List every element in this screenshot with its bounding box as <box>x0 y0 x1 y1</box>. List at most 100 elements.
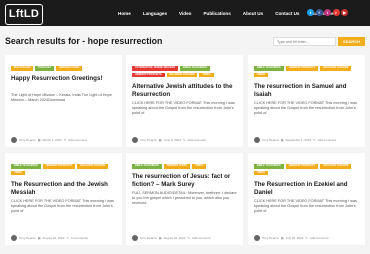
post-date: March 1, 2024 <box>42 138 62 142</box>
category-tag[interactable]: Hebrew Prophets <box>285 66 319 71</box>
post-meta: Tony Pearce ▦ June 9, 2023 ✎ Add comment <box>132 137 206 143</box>
post-date: August 22, 2023 <box>163 236 186 240</box>
category-tag[interactable]: Hebrew Prophets <box>42 164 76 169</box>
nav-languages[interactable]: Languages <box>143 11 167 16</box>
calendar-icon: ▦ <box>280 138 284 142</box>
post-comments[interactable]: Add comment <box>310 236 329 240</box>
nav-about-us[interactable]: About Us <box>243 11 263 16</box>
post-comments[interactable]: Add comment <box>192 236 211 240</box>
post-date: August 26, 2023 <box>42 236 65 240</box>
category-tag[interactable]: Sermon Audio <box>55 66 83 71</box>
author-avatar <box>132 235 138 241</box>
search-input[interactable] <box>273 37 336 46</box>
post-author[interactable]: Tony Pearce <box>19 138 36 142</box>
post-title[interactable]: The Resurrection in Ezekiel and Daniel <box>254 181 362 196</box>
category-tag[interactable]: Alternative Jewish Beliefs <box>132 66 179 71</box>
category-tag[interactable]: Video <box>254 72 269 77</box>
category-tag[interactable]: Video <box>192 164 207 169</box>
comment-icon: ✎ <box>313 138 316 142</box>
category-tag[interactable]: Sermon Audio <box>163 164 191 169</box>
post-excerpt: The Light of Hope Mission – Kerala, Indi… <box>11 93 112 102</box>
post-title[interactable]: The Resurrection and the Jewish Messiah <box>11 181 119 196</box>
post-excerpt: CLICK HERE FOR THE VIDEO FORMAT This mor… <box>132 101 235 115</box>
facebook-icon[interactable]: f <box>315 9 323 16</box>
category-tag[interactable]: Podcast <box>35 66 54 71</box>
post-card[interactable]: Bible Teachings Hebrew Prophets Religion J… <box>248 153 365 245</box>
post-categories: Bible Teachings Hebrew Prophets Religion J… <box>254 66 360 79</box>
post-meta: Tony Pearce ▦ March 1, 2024 ✎ Add comment <box>11 137 87 143</box>
nav-home[interactable]: Home <box>118 11 131 16</box>
post-title[interactable]: Happy Resurrection Greetings! <box>11 75 119 83</box>
category-tag[interactable]: Bible Teachings <box>254 66 284 71</box>
post-categories: Bible Teachings Hebrew Prophets Religion J… <box>254 164 360 177</box>
post-title[interactable]: Alternative Jewish attitudes to the Resu… <box>132 83 240 98</box>
category-tag[interactable]: Religion Judaism <box>166 72 198 77</box>
post-date: June 9, 2023 <box>163 138 181 142</box>
calendar-icon: ▦ <box>158 138 162 142</box>
comment-icon: ✎ <box>187 236 190 240</box>
post-author[interactable]: Tony Pearce <box>262 138 279 142</box>
category-tag[interactable]: Video <box>199 72 214 77</box>
post-comments[interactable]: Add comment <box>187 138 206 142</box>
youtube-icon[interactable]: ▶ <box>341 9 348 16</box>
category-tag[interactable]: Religion Judaism <box>77 164 109 169</box>
post-date: September 1, 2023 <box>285 138 312 142</box>
search-button[interactable]: SEARCH <box>338 37 365 46</box>
rss-icon[interactable]: r <box>332 9 340 16</box>
comment-icon: ✎ <box>66 236 69 240</box>
category-tag[interactable]: Hebrew Prophets <box>285 164 319 169</box>
post-author[interactable]: Tony Pearce <box>262 236 279 240</box>
post-author[interactable]: Tony Pearce <box>140 236 157 240</box>
category-tag[interactable]: Video <box>254 170 269 175</box>
post-comments[interactable]: Add comment <box>318 138 337 142</box>
post-card[interactable]: Bible Teachings Hebrew Prophets Religion J… <box>5 153 122 245</box>
author-avatar <box>11 235 17 241</box>
category-tag[interactable]: Bible Teachings <box>254 164 284 169</box>
post-meta: Tony Pearce ▦ August 22, 2023 ✎ Add comment <box>132 235 210 241</box>
post-author[interactable]: Tony Pearce <box>19 236 36 240</box>
nav-publications[interactable]: Publications <box>203 11 230 16</box>
category-tag[interactable]: Religion Judaism <box>320 66 352 71</box>
post-author[interactable]: Tony Pearce <box>140 138 157 142</box>
twitter-icon[interactable]: t <box>307 9 314 16</box>
category-tag[interactable]: Video <box>11 170 26 175</box>
nav-video[interactable]: Video <box>179 11 191 16</box>
post-categories: Bible Teachings Hebrew Prophets Religion J… <box>11 164 117 177</box>
post-excerpt: FULL SERMON AUDIO/DETAIL: Moreover, bret… <box>132 191 237 205</box>
author-avatar <box>132 137 138 143</box>
post-title[interactable]: The resurrection of Jesus: fact or ficti… <box>132 173 240 188</box>
post-comments[interactable]: Add comment <box>68 138 87 142</box>
calendar-icon: ▦ <box>158 236 162 240</box>
comment-icon: ✎ <box>305 236 308 240</box>
category-tag[interactable]: Bible Teachings <box>180 66 210 71</box>
top-navbar: LftLD Home Languages Video Publications … <box>0 0 370 26</box>
post-date: July 29, 2023 <box>285 236 304 240</box>
post-excerpt: CLICK HERE FOR THE VIDEO FORMAT This mor… <box>11 199 114 213</box>
site-logo[interactable]: LftLD <box>5 4 43 25</box>
post-card[interactable]: Bible Teachings Sermon Audio Video The resu… <box>126 153 243 245</box>
calendar-icon: ▦ <box>280 236 284 240</box>
social-links: t f i r ▶ <box>307 9 350 16</box>
category-tag[interactable]: Religion Judaism <box>320 164 352 169</box>
post-card[interactable]: Bible Teachings Hebrew Prophets Religion J… <box>248 55 365 147</box>
post-excerpt: CLICK HERE FOR THE VIDEO FORMAT This mor… <box>254 101 357 115</box>
calendar-icon: ▦ <box>37 138 41 142</box>
author-avatar <box>11 137 17 143</box>
post-card[interactable]: Alternative Jewish Beliefs Bible Teaching… <box>126 55 243 147</box>
post-card[interactable]: Malayalam Podcast Sermon Audio Happy Resurr… <box>5 55 122 147</box>
comment-icon: ✎ <box>63 138 67 142</box>
author-avatar <box>254 137 260 143</box>
category-tag[interactable]: Malayalam <box>11 66 34 71</box>
post-meta: Tony Pearce ▦ August 26, 2023 ✎ 0 Comments <box>11 235 88 241</box>
post-title[interactable]: The resurrection in Samuel and Isaiah <box>254 83 362 98</box>
post-meta: Tony Pearce ▦ September 1, 2023 ✎ Add commen… <box>254 137 336 143</box>
category-tag[interactable]: Bible Teachings <box>11 164 41 169</box>
post-comments[interactable]: 0 Comments <box>71 236 88 240</box>
comment-icon: ✎ <box>182 138 186 142</box>
nav-contact-us[interactable]: Contact Us <box>275 11 299 16</box>
post-categories: Malayalam Podcast Sermon Audio <box>11 66 117 73</box>
calendar-icon: ▦ <box>37 236 41 240</box>
instagram-icon[interactable]: i <box>324 9 331 16</box>
category-tag[interactable]: Bible Teachings <box>132 164 162 169</box>
category-tag[interactable]: Hebrew Prophets <box>132 72 165 77</box>
